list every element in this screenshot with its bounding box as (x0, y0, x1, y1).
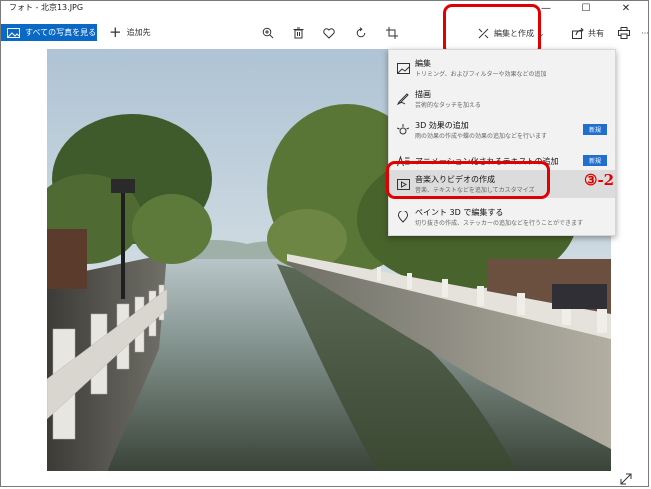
3d-effects-icon (396, 123, 410, 137)
zoom-icon[interactable] (260, 25, 276, 41)
menu-item-desc: 音楽、テキストなどを追加してカスタマイズ (415, 187, 535, 194)
menu-item-title: 3D 効果の追加 (415, 121, 469, 130)
maximize-button[interactable]: ☐ (568, 1, 604, 16)
print-icon[interactable] (616, 25, 632, 41)
menu-item-title: 描画 (415, 90, 431, 99)
all-photos-button[interactable]: すべての写真を見る (1, 24, 97, 41)
plus-icon: + (109, 23, 122, 41)
share-label: 共有 (588, 28, 604, 38)
more-options-button[interactable]: ··· (640, 25, 650, 41)
menu-item-desc: 芸術的なタッチを加える (415, 102, 481, 109)
menu-item-edit[interactable]: 編集 トリミング、およびフィルターや効果などの追加 (389, 54, 615, 82)
menu-item-title: アニメーション化されるテキストの追加 (415, 157, 559, 166)
edit-create-label: 編集と作成 (494, 28, 534, 38)
step-label: ③-2 (584, 171, 615, 189)
pen-icon (396, 92, 410, 106)
rotate-icon[interactable] (353, 25, 369, 41)
delete-icon[interactable] (290, 25, 306, 41)
toolbar: すべての写真を見る + 追加先 編集と作成 ⌄ 共有 ··· (1, 16, 650, 48)
favorite-icon[interactable] (321, 25, 337, 41)
menu-item-title: 音楽入りビデオの作成 (415, 175, 495, 184)
edit-create-icon (478, 28, 489, 39)
crop-icon[interactable] (384, 25, 400, 41)
add-to-label: 追加先 (126, 28, 151, 37)
new-badge: 新規 (583, 124, 607, 135)
edit-create-menu: 編集 トリミング、およびフィルターや効果などの追加 描画 芸術的なタッチを加える… (388, 49, 616, 236)
menu-item-desc: 切り抜きの作成、ステッカーの追加などを行うことができます (415, 220, 584, 227)
close-button[interactable]: ✕ (608, 1, 644, 16)
menu-item-desc: トリミング、およびフィルターや効果などの追加 (415, 71, 547, 78)
all-photos-label: すべての写真を見る (25, 28, 97, 37)
window-title: フォト - 北京13.JPG (9, 3, 84, 12)
add-to-button[interactable]: + 追加先 (109, 25, 151, 40)
new-badge: 新規 (583, 155, 607, 166)
menu-item-video-with-music[interactable]: 音楽入りビデオの作成 音楽、テキストなどを追加してカスタマイズ (389, 170, 615, 198)
paint-3d-icon (396, 210, 410, 224)
chevron-down-icon: ⌄ (538, 28, 545, 38)
expand-icon[interactable] (620, 470, 632, 485)
title-bar: フォト - 北京13.JPG — ☐ ✕ (1, 1, 648, 16)
menu-item-draw[interactable]: 描画 芸術的なタッチを加える (389, 85, 615, 113)
edit-photo-icon (396, 61, 410, 75)
menu-item-title: 編集 (415, 59, 431, 68)
share-button[interactable]: 共有 (572, 25, 604, 41)
menu-item-paint-3d[interactable]: ペイント 3D で編集する 切り抜きの作成、ステッカーの追加などを行うことができ… (389, 203, 615, 231)
minimize-button[interactable]: — (528, 1, 564, 16)
share-icon (572, 27, 584, 39)
photos-icon (7, 27, 20, 38)
menu-item-desc: 雨の効果の作成や蝶の効果の追加などを行います (415, 133, 548, 140)
video-icon (396, 177, 410, 191)
animated-text-icon (396, 154, 410, 168)
menu-item-3d-effects[interactable]: 3D 効果の追加 雨の効果の作成や蝶の効果の追加などを行います 新規 (389, 116, 615, 144)
edit-create-button[interactable]: 編集と作成 ⌄ (478, 25, 545, 41)
menu-item-title: ペイント 3D で編集する (415, 208, 504, 217)
